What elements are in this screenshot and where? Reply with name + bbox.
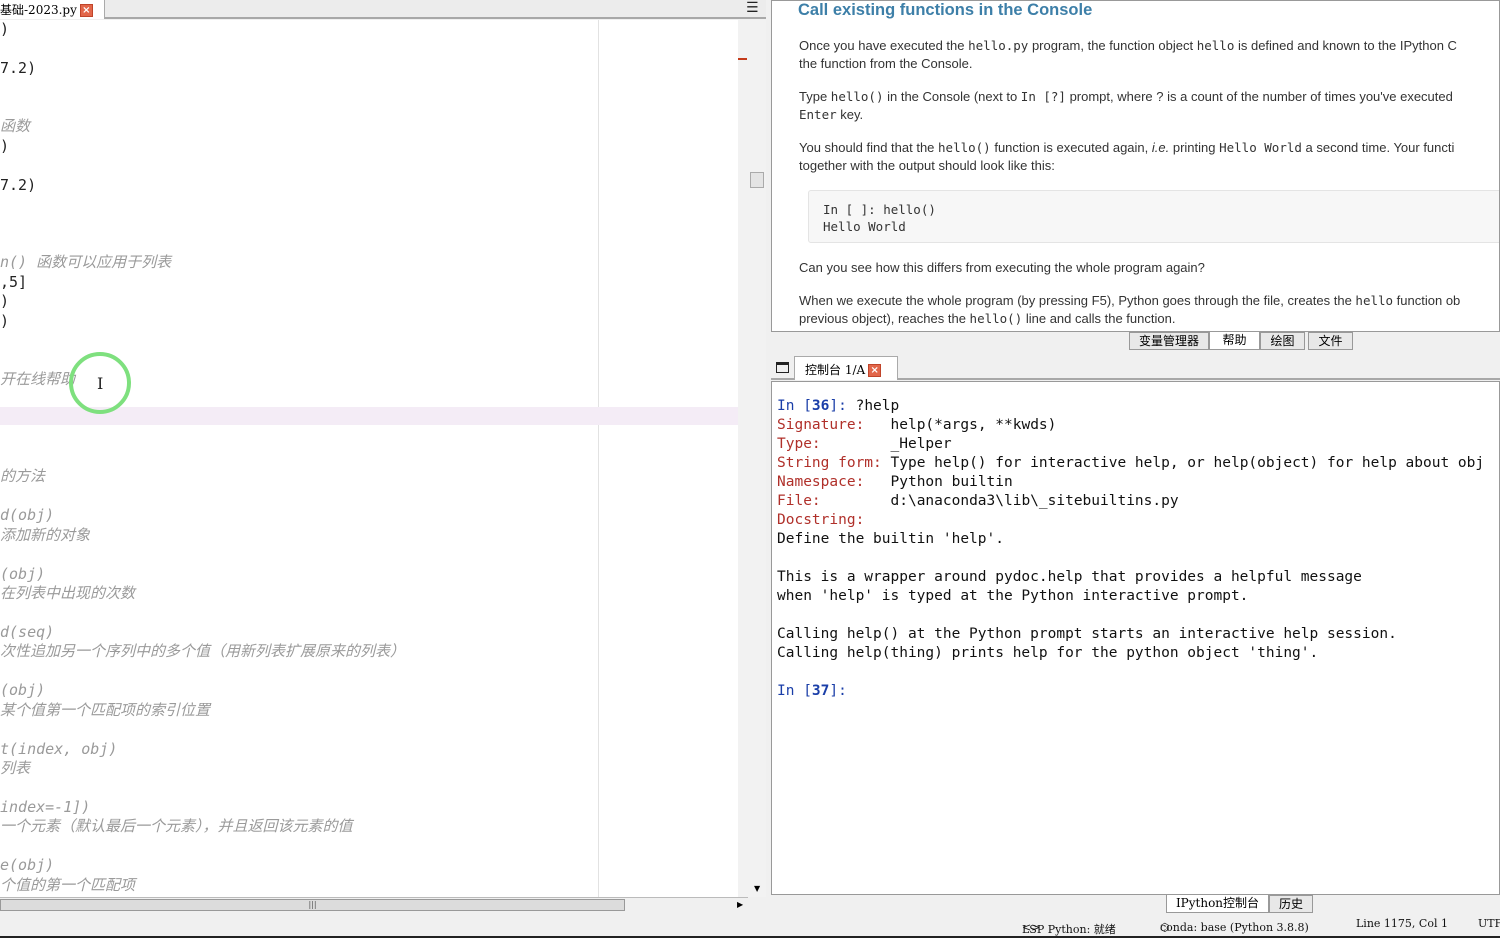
scroll-down-arrow-icon[interactable]: ▼ (754, 884, 760, 893)
tab-variable-explorer[interactable]: 变量管理器 (1129, 332, 1209, 350)
tab-history[interactable]: 历史 (1269, 895, 1313, 913)
tab-ipython-console[interactable]: IPython控制台 (1166, 895, 1269, 913)
code-comment-line: 在列表中出现的次数 (0, 584, 136, 603)
console-input-36: In [36]: ?help (777, 398, 900, 414)
code-comment-line: 的方法 (0, 467, 46, 486)
help-paragraph-3-cont: together with the output should look lik… (799, 158, 1055, 173)
code-comment-line: 次性追加另一个序列中的多个值（用新列表扩展原来的列表） (0, 642, 406, 661)
docstring-line: Define the builtin 'help'. (777, 531, 1004, 547)
code-line: ) (0, 20, 10, 38)
code-comment-line: 某个值第一个匹配项的索引位置 (0, 700, 211, 719)
help-pane: Call existing functions in the Console O… (771, 0, 1500, 332)
close-tab-icon[interactable]: × (79, 4, 93, 17)
code-comment-line: e(obj) (0, 856, 55, 875)
code-comment-line: d(obj) (0, 506, 55, 525)
close-console-icon[interactable]: × (868, 364, 882, 377)
help-code-example: In [ ]: hello() Hello World (808, 190, 1499, 243)
code-comment-line: 开在线帮助 (0, 370, 76, 389)
namespace-line: Namespace: Python builtin (777, 474, 1013, 490)
docstring-line: This is a wrapper around pydoc.help that… (777, 569, 1362, 585)
console-tab-label: 控制台 1/A (805, 363, 866, 377)
help-paragraph-5-cont: previous object), reaches the hello() li… (799, 311, 1176, 326)
code-comment-line: 函数 (0, 117, 31, 136)
tab-files[interactable]: 文件 (1308, 332, 1353, 350)
help-paragraph-4: Can you see how this differs from execut… (799, 260, 1205, 275)
scroll-right-arrow-icon[interactable]: ▶ (737, 900, 743, 909)
code-line: ) (0, 136, 10, 155)
encoding: UTF- (1478, 917, 1500, 930)
editor-tab-label: 基础-2023.py (0, 3, 77, 17)
tab-help[interactable]: 帮助 (1209, 332, 1260, 350)
scrollbar-marker (738, 58, 747, 60)
vertical-scroll-thumb[interactable] (750, 172, 764, 188)
help-paragraph-2-cont: Enter key. (799, 107, 864, 122)
code-comment-line: t(index, obj) (0, 739, 118, 758)
docstring-label: Docstring: (777, 512, 865, 528)
code-comment-line: index=-1]) (0, 798, 91, 816)
code-comment-line: 一个元素（默认最后一个元素），并且返回该元素的值 (0, 817, 353, 836)
file-line: File: d:\anaconda3\lib\_sitebuiltins.py (777, 493, 1179, 509)
docstring-line: when 'help' is typed at the Python inter… (777, 588, 1249, 604)
code-comment-line: d(seq) (0, 622, 55, 641)
code-comment-line: n() 函数可以应用于列表 (0, 253, 172, 272)
code-line: ) (0, 292, 10, 311)
code-comment-line: (obj) (0, 681, 46, 700)
code-line: 7.2) (0, 175, 37, 194)
cursor-position: Line 1175, Col 1 (1356, 917, 1448, 930)
docstring-line: Calling help(thing) prints help for the … (777, 645, 1319, 661)
code-line: ,5] (0, 272, 28, 291)
code-comment-line: (obj) (0, 564, 46, 583)
help-paragraph-3: You should find that the hello() functio… (799, 140, 1455, 155)
code-line: ) (0, 311, 10, 330)
hamburger-menu-icon[interactable]: ☰ (746, 0, 759, 16)
help-title: Call existing functions in the Console (798, 1, 1093, 19)
console-input-37[interactable]: In [37]: (777, 682, 856, 701)
signature-line: Signature: help(*args, **kwds) (777, 417, 1057, 433)
type-line: Type: _Helper (777, 436, 952, 452)
edge-line (598, 20, 599, 897)
text-cursor-icon: I (97, 374, 104, 393)
code-comment-line: 列表 (0, 759, 31, 778)
string-form-line: String form: Type help() for interactive… (777, 455, 1485, 471)
editor-tab-bar (0, 0, 766, 19)
editor-tab-file[interactable]: 基础-2023.py × (0, 0, 105, 19)
help-paragraph-2: Type hello() in the Console (next to In … (799, 89, 1453, 104)
editor-vertical-scrollbar[interactable] (738, 20, 766, 897)
help-paragraph-1-cont: the function from the Console. (799, 56, 973, 71)
code-comment-line: 个值的第一个匹配项 (0, 875, 136, 894)
docstring-line: Calling help() at the Python prompt star… (777, 626, 1397, 642)
code-editor[interactable]: ) 7.2) 函数) 7.2) n() 函数可以应用于列表 ,5])) 开在线帮助的方法 d(… (0, 20, 738, 897)
horizontal-scroll-thumb[interactable]: ||| (0, 899, 625, 911)
help-paragraph-5: When we execute the whole program (by pr… (799, 293, 1461, 308)
status-bar: <> LSP Python: 就绪 ⬡ conda: base (Python 3.… (0, 913, 1500, 938)
code-line: 7.2) (0, 58, 37, 77)
help-paragraph-1: Once you have executed the hello.py prog… (799, 38, 1457, 53)
tab-plots[interactable]: 绘图 (1260, 332, 1305, 350)
window-icon[interactable] (776, 362, 789, 373)
code-comment-line: 添加新的对象 (0, 525, 91, 544)
console-tab[interactable]: 控制台 1/A × (794, 356, 898, 380)
ipython-console[interactable]: In [36]: ?help Signature: help(*args, **… (771, 381, 1500, 895)
